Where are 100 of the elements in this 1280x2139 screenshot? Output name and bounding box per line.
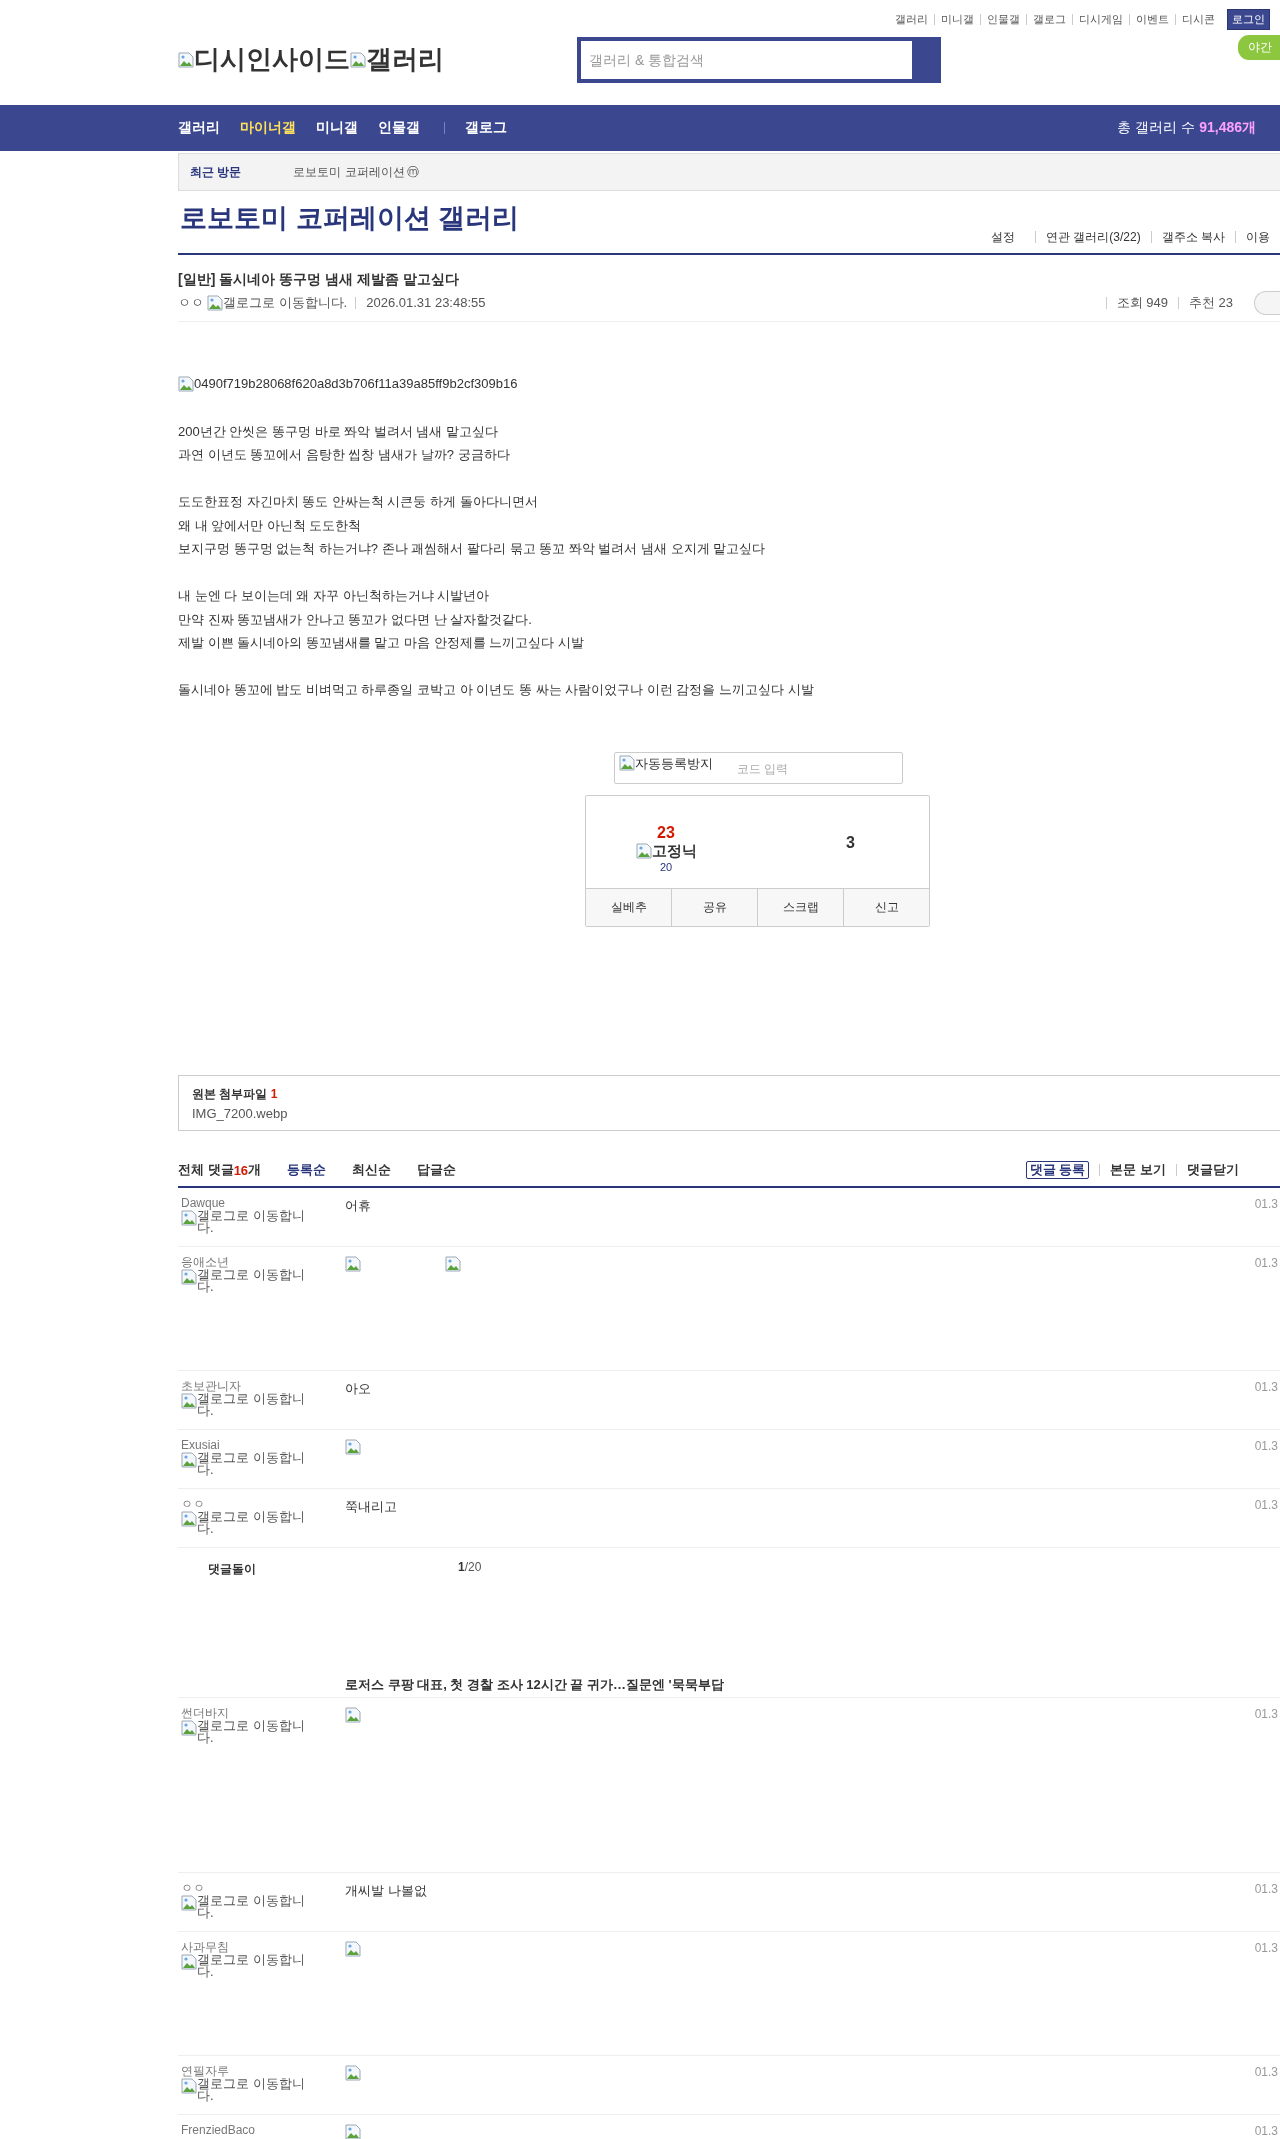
- comment-count-unit: 개: [248, 1161, 262, 1179]
- broken-image-icon: [350, 51, 366, 68]
- gallog-link-alt[interactable]: 갤로그로 이동합니다.: [181, 1894, 306, 1919]
- search-field[interactable]: 갤러리 & 통합검색: [577, 37, 941, 83]
- captcha-alt-text: 자동등록방지: [635, 754, 713, 773]
- commenter-name[interactable]: 초보관니자: [181, 1379, 345, 1392]
- attachment-file-link[interactable]: IMG_7200.webp: [192, 1105, 1267, 1121]
- bot-name: 댓글돌이: [208, 1560, 256, 1578]
- fixed-nick-alt: 고정닉: [651, 841, 697, 861]
- post-text-line: 만약 진짜 똥꼬냄새가 안나고 똥꼬가 없다면 난 살자할것같다.: [178, 611, 532, 627]
- commenter-name[interactable]: ㅇㅇ: [181, 1881, 345, 1894]
- recommend-action-button[interactable]: 실베추: [586, 888, 671, 926]
- gallery-tool-link[interactable]: 설정: [980, 231, 1025, 243]
- recommend-action-button[interactable]: 스크랩: [757, 888, 843, 926]
- nav-tab[interactable]: 인물갤: [378, 119, 420, 137]
- gallog-link-alt[interactable]: 갤로그로 이동합니다.: [181, 1268, 306, 1293]
- comment-date: 01.3: [1254, 1497, 1278, 1512]
- gallery-count: 91,486개: [1199, 119, 1256, 137]
- post-title: [일반] 돌시네아 똥구멍 냄새 제발좀 맡고싶다: [178, 271, 460, 289]
- page-indicator: 1/20: [458, 1559, 482, 1574]
- recent-gallery-link[interactable]: 로보토미 코퍼레이션: [293, 163, 405, 181]
- broken-image-icon: [635, 843, 652, 859]
- broken-image-icon: [345, 1438, 361, 1455]
- gallery-tool-link[interactable]: 연관 갤러리(3/22): [1034, 231, 1151, 243]
- comment-date: 01.3: [1254, 1881, 1278, 1896]
- commenter-name[interactable]: 응애소년: [181, 1255, 345, 1268]
- top-link[interactable]: 디시콘: [1175, 14, 1221, 25]
- post-text-line: 왜 내 앞에서만 아닌척 도도한척: [178, 517, 362, 533]
- gallery-tool-link[interactable]: 이용: [1235, 231, 1280, 243]
- comment-action-button[interactable]: 댓글닫기: [1176, 1164, 1249, 1176]
- broken-image-icon: [207, 295, 223, 311]
- downvote-count: 3: [846, 832, 855, 853]
- comment-date: 01.3: [1254, 1706, 1278, 1721]
- recommend-action-button[interactable]: 신고: [843, 888, 929, 926]
- image-alt-text: 0490f719b28068f620a8d3b706f11a39a85ff9b2cf309b16: [194, 375, 518, 393]
- post-date: 2026.01.31 23:48:55: [355, 297, 486, 309]
- nav-tab[interactable]: 마이너갤: [240, 119, 296, 137]
- broken-image-icon: [345, 1706, 361, 1723]
- gallog-link-alt[interactable]: 갤로그로 이동합니다.: [181, 1451, 306, 1476]
- gallog-link-alt[interactable]: 갤로그로 이동합니다.: [181, 1510, 306, 1535]
- post-text-line: 돌시네아 똥꼬에 밥도 비벼먹고 하루종일 코박고 아 이년도 똥 싸는 사람이었구나 이런 감정을 느끼고싶다 시발: [178, 682, 814, 697]
- top-link[interactable]: 이벤트: [1129, 14, 1175, 25]
- recent-visits-label: 최근 방문: [190, 163, 242, 181]
- gallog-link-alt[interactable]: 갤로그로 이동합니다.: [181, 1953, 306, 1978]
- commenter-name[interactable]: Dawque: [181, 1196, 345, 1209]
- gallog-link-alt[interactable]: 갤로그로 이동합니다.: [223, 294, 348, 312]
- logo-alt-text[interactable]: 갤러리: [366, 42, 444, 77]
- comment-date: 01.3: [1254, 1438, 1278, 1453]
- comment-text: 개씨발 나볼없: [345, 1881, 427, 1900]
- commenter-name[interactable]: 썬더바지: [181, 1706, 345, 1719]
- gallery-count-label: 총 갤러리 수: [1117, 119, 1196, 137]
- comment-jump-button[interactable]: [1254, 291, 1280, 315]
- nav-tab[interactable]: 미니갤: [316, 119, 358, 137]
- post-text-line: 과연 이년도 똥꼬에서 음탕한 씹창 냄새가 날까? 궁금하다: [178, 447, 510, 462]
- comment-action-button[interactable]: 댓글 등록: [1025, 1161, 1090, 1179]
- commenter-name[interactable]: 연필자루: [181, 2064, 345, 2077]
- top-link[interactable]: 인물갤: [980, 14, 1026, 25]
- author-name[interactable]: ㅇㅇ: [178, 294, 204, 312]
- top-link[interactable]: 미니갤: [934, 14, 980, 25]
- broken-image-icon: [345, 2123, 361, 2139]
- gallog-link-alt[interactable]: 갤로그로 이동합니다.: [181, 1719, 306, 1744]
- login-button[interactable]: 로그인: [1227, 9, 1270, 30]
- gallery-title[interactable]: 로보토미 코퍼레이션 갤러리: [180, 200, 519, 236]
- nav-tab[interactable]: 갤러리: [178, 119, 220, 137]
- sort-tab[interactable]: 답글순: [417, 1161, 457, 1179]
- gallog-link-alt[interactable]: 갤로그로 이동합니다.: [181, 1209, 306, 1234]
- commenter-name[interactable]: FrenziedBaco: [181, 2123, 345, 2136]
- top-link[interactable]: 갤러리: [889, 14, 934, 25]
- comment-date: 01.3: [1254, 2123, 1278, 2138]
- news-headline-link[interactable]: 로저스 쿠팡 대표, 첫 경찰 조사 12시간 끝 귀가…질문엔 '묵묵부답: [345, 1675, 724, 1694]
- gallery-tool-link[interactable]: 갤주소 복사: [1150, 231, 1235, 243]
- comment-text: 쭉내리고: [345, 1497, 397, 1516]
- gallog-link-alt[interactable]: 갤로그로 이동합니다.: [181, 1392, 306, 1417]
- logo-alt-text[interactable]: 디시인사이드: [194, 42, 350, 77]
- top-link[interactable]: 갤로그: [1026, 14, 1072, 25]
- sort-tab[interactable]: 최신순: [352, 1161, 392, 1179]
- recommend-count: 추천 23: [1177, 297, 1243, 309]
- commenter-name[interactable]: 사과무침: [181, 1940, 345, 1953]
- commenter-name[interactable]: Exusiai: [181, 1438, 345, 1451]
- post-text-line: 200년간 안씻은 똥구멍 바로 쫘악 벌려서 냄새 맡고싶다: [178, 423, 498, 439]
- sort-tab[interactable]: 등록순: [287, 1161, 327, 1179]
- post-text-line: 도도한표정 자긴마치 똥도 안싸는척 시큰둥 하게 돌아다니면서: [178, 494, 538, 509]
- broken-image-icon: [181, 1392, 197, 1409]
- gallog-link-alt[interactable]: 갤로그로 이동합니다.: [181, 2077, 306, 2102]
- broken-image-icon: [178, 51, 194, 68]
- comment-date: 01.3: [1254, 1379, 1278, 1394]
- broken-image-icon: [445, 1255, 461, 1272]
- comment-total-label: 전체 댓글: [178, 1161, 234, 1179]
- attachment-count: 1: [270, 1086, 278, 1101]
- broken-image-icon: [181, 1268, 197, 1285]
- comment-action-button[interactable]: 본문 보기: [1099, 1164, 1176, 1176]
- recommend-action-button[interactable]: 공유: [671, 888, 757, 926]
- top-link[interactable]: 디시게임: [1072, 14, 1129, 25]
- commenter-name[interactable]: ㅇㅇ: [181, 1497, 345, 1510]
- nav-tab[interactable]: 갤로그: [465, 119, 507, 137]
- comment-date: 01.3: [1254, 1196, 1278, 1211]
- broken-image-icon: [345, 1940, 361, 1957]
- post-text-line: 내 눈엔 다 보이는데 왜 자꾸 아닌척하는거냐 시발년아: [178, 588, 490, 603]
- fixed-nick-count: 20: [659, 860, 673, 873]
- upvote-count: 23: [657, 823, 675, 842]
